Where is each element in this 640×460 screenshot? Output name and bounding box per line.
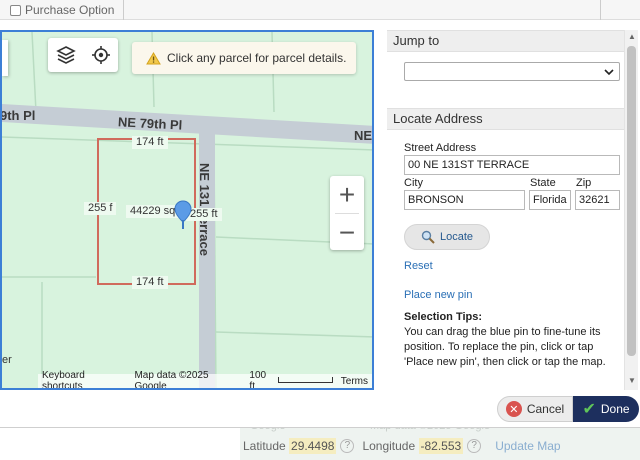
selection-tips-body: You can drag the blue pin to fine-tune i… bbox=[404, 326, 606, 368]
map-data-text: Map data ©2025 Google bbox=[130, 370, 246, 388]
toolbar-divider bbox=[600, 0, 601, 20]
latitude-help-icon[interactable]: ? bbox=[340, 439, 355, 453]
reset-link[interactable]: Reset bbox=[404, 260, 433, 272]
map-tool-group bbox=[48, 38, 118, 72]
panel-scrollbar[interactable]: ▲ ▼ bbox=[624, 30, 638, 390]
street-address-input[interactable]: 00 NE 131ST TERRACE bbox=[404, 155, 620, 175]
cancel-button[interactable]: ✕ Cancel bbox=[497, 396, 573, 422]
cancel-x-icon: ✕ bbox=[505, 401, 522, 417]
checkbox-box[interactable] bbox=[10, 4, 21, 16]
layers-icon bbox=[55, 46, 76, 64]
magnifier-icon bbox=[421, 230, 435, 244]
locate-panel: Jump to Locate Address Street Address 00… bbox=[387, 30, 638, 390]
my-location-button[interactable] bbox=[83, 38, 118, 72]
jump-to-select[interactable] bbox=[404, 62, 620, 81]
longitude-help-icon[interactable]: ? bbox=[467, 439, 482, 453]
parcel-top-length: 174 ft bbox=[132, 136, 168, 149]
scale-bar bbox=[277, 377, 333, 383]
zip-input[interactable]: 32621 bbox=[575, 190, 620, 210]
terms-link[interactable]: Terms bbox=[336, 374, 372, 388]
longitude-value[interactable]: -82.553 bbox=[418, 438, 464, 454]
scroll-down-icon[interactable]: ▼ bbox=[628, 376, 636, 385]
layers-button[interactable] bbox=[48, 38, 83, 72]
road-label-ne-cut: NE bbox=[354, 128, 373, 143]
state-label: State bbox=[530, 177, 556, 189]
place-new-pin-link[interactable]: Place new pin bbox=[404, 289, 473, 301]
selection-tips-title: Selection Tips: bbox=[404, 311, 483, 323]
done-button[interactable]: ✔ Done bbox=[573, 396, 639, 422]
zoom-out-button[interactable]: − bbox=[330, 214, 364, 251]
zoom-in-button[interactable]: + bbox=[330, 176, 364, 213]
map-left-control[interactable] bbox=[2, 40, 8, 76]
locate-address-header: Locate Address bbox=[387, 108, 624, 130]
background-toolbar: Purchase Option bbox=[0, 0, 640, 20]
locate-button-label: Locate bbox=[439, 231, 474, 243]
map-scale: 100 ft bbox=[245, 370, 337, 388]
cancel-button-label: Cancel bbox=[526, 402, 565, 416]
done-button-label: Done bbox=[600, 402, 630, 416]
chevron-down-icon bbox=[604, 69, 614, 76]
background-coordinates: Google Map data ©2025 Google Latitude 29… bbox=[0, 420, 640, 460]
parcel-hint-banner: Click any parcel for parcel details. bbox=[132, 42, 356, 74]
purchase-option-checkbox[interactable]: Purchase Option bbox=[0, 0, 124, 20]
jump-to-header: Jump to bbox=[387, 30, 624, 52]
longitude-label: Longitude bbox=[362, 439, 416, 453]
state-input[interactable]: Florida bbox=[529, 190, 571, 210]
city-label: City bbox=[404, 177, 423, 189]
map-canvas[interactable]: Click any parcel for parcel details. 9th… bbox=[0, 30, 374, 390]
scrollbar-thumb[interactable] bbox=[627, 46, 636, 356]
city-input[interactable]: BRONSON bbox=[404, 190, 525, 210]
locate-button[interactable]: Locate bbox=[404, 224, 490, 250]
map-pin-icon bbox=[174, 200, 192, 229]
map-attribution: Keyboard shortcuts Map data ©2025 Google… bbox=[2, 370, 372, 388]
purchase-option-label: Purchase Option bbox=[25, 3, 115, 17]
scroll-up-icon[interactable]: ▲ bbox=[628, 32, 636, 41]
parcel-bottom-length: 174 ft bbox=[132, 276, 168, 289]
zoom-control: + − bbox=[330, 176, 364, 250]
zip-label: Zip bbox=[576, 177, 592, 189]
update-map-link[interactable]: Update Map bbox=[495, 439, 560, 453]
parcel-left-length: 255 f bbox=[84, 202, 117, 215]
street-address-label: Street Address bbox=[404, 142, 477, 154]
lat-lon-row: Latitude 29.4498 ? Longitude -82.553 ? U… bbox=[243, 438, 561, 454]
hint-text: Click any parcel for parcel details. bbox=[167, 51, 347, 65]
latitude-label: Latitude bbox=[243, 439, 286, 453]
parcel-locator-dialog: Click any parcel for parcel details. 9th… bbox=[0, 20, 640, 428]
map-edge-text: er bbox=[2, 354, 12, 366]
latitude-value[interactable]: 29.4498 bbox=[289, 438, 337, 454]
checkmark-icon: ✔ bbox=[582, 401, 596, 418]
crosshair-icon bbox=[91, 46, 110, 64]
keyboard-shortcuts-link[interactable]: Keyboard shortcuts bbox=[38, 370, 131, 388]
warning-icon bbox=[146, 51, 161, 65]
location-pin[interactable] bbox=[174, 200, 192, 235]
scale-label: 100 ft bbox=[249, 370, 267, 390]
road-label-9th-pl: 9th Pl bbox=[0, 108, 36, 123]
